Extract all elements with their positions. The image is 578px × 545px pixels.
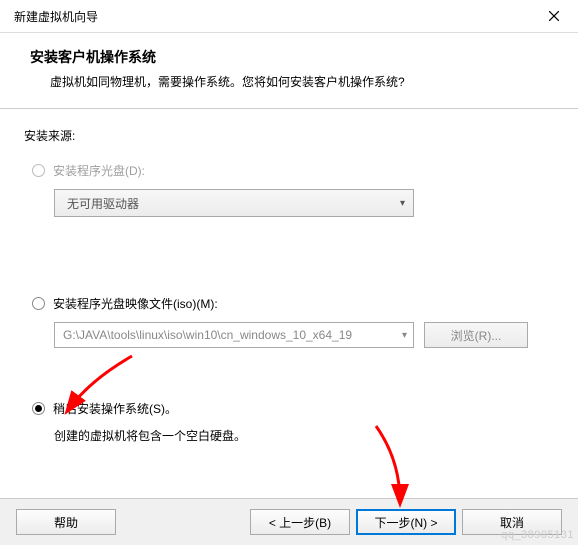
disc-drive-value: 无可用驱动器 xyxy=(67,195,139,212)
later-note: 创建的虚拟机将包含一个空白硬盘。 xyxy=(54,427,554,444)
radio-iso-icon xyxy=(32,297,45,310)
page-subtitle: 虚拟机如同物理机，需要操作系统。您将如何安装客户机操作系统? xyxy=(50,73,558,90)
iso-path-value: G:\JAVA\tools\linux\iso\win10\cn_windows… xyxy=(63,328,352,342)
radio-later-icon xyxy=(32,402,45,415)
window-title: 新建虚拟机向导 xyxy=(14,8,98,25)
page-title: 安装客户机操作系统 xyxy=(30,47,558,67)
source-label: 安装来源: xyxy=(24,127,554,144)
disc-drive-dropdown[interactable]: 无可用驱动器 ▾ xyxy=(54,189,414,217)
radio-disc-icon xyxy=(32,164,45,177)
browse-button[interactable]: 浏览(R)... xyxy=(424,322,528,348)
wizard-content: 安装来源: 安装程序光盘(D): 无可用驱动器 ▾ 安装程序光盘映像文件(iso… xyxy=(0,109,578,444)
radio-option-iso[interactable]: 安装程序光盘映像文件(iso)(M): xyxy=(32,295,554,312)
radio-later-label: 稍后安装操作系统(S)。 xyxy=(53,400,177,417)
radio-disc-label: 安装程序光盘(D): xyxy=(53,162,145,179)
next-button[interactable]: 下一步(N) > xyxy=(356,509,456,535)
close-button[interactable] xyxy=(538,6,570,26)
close-icon xyxy=(549,11,559,21)
watermark: qq_38905131 xyxy=(501,529,574,541)
chevron-down-icon: ▾ xyxy=(402,330,407,341)
source-radio-group: 安装程序光盘(D): 无可用驱动器 ▾ 安装程序光盘映像文件(iso)(M): … xyxy=(32,162,554,444)
back-button[interactable]: < 上一步(B) xyxy=(250,509,350,535)
wizard-header: 安装客户机操作系统 虚拟机如同物理机，需要操作系统。您将如何安装客户机操作系统? xyxy=(0,33,578,109)
wizard-footer: 帮助 < 上一步(B) 下一步(N) > 取消 xyxy=(0,498,578,545)
help-button[interactable]: 帮助 xyxy=(16,509,116,535)
radio-iso-label: 安装程序光盘映像文件(iso)(M): xyxy=(53,295,218,312)
iso-path-input[interactable]: G:\JAVA\tools\linux\iso\win10\cn_windows… xyxy=(54,322,414,348)
radio-option-later[interactable]: 稍后安装操作系统(S)。 xyxy=(32,400,554,417)
titlebar: 新建虚拟机向导 xyxy=(0,0,578,33)
radio-option-disc[interactable]: 安装程序光盘(D): xyxy=(32,162,554,179)
chevron-down-icon: ▾ xyxy=(400,198,405,209)
